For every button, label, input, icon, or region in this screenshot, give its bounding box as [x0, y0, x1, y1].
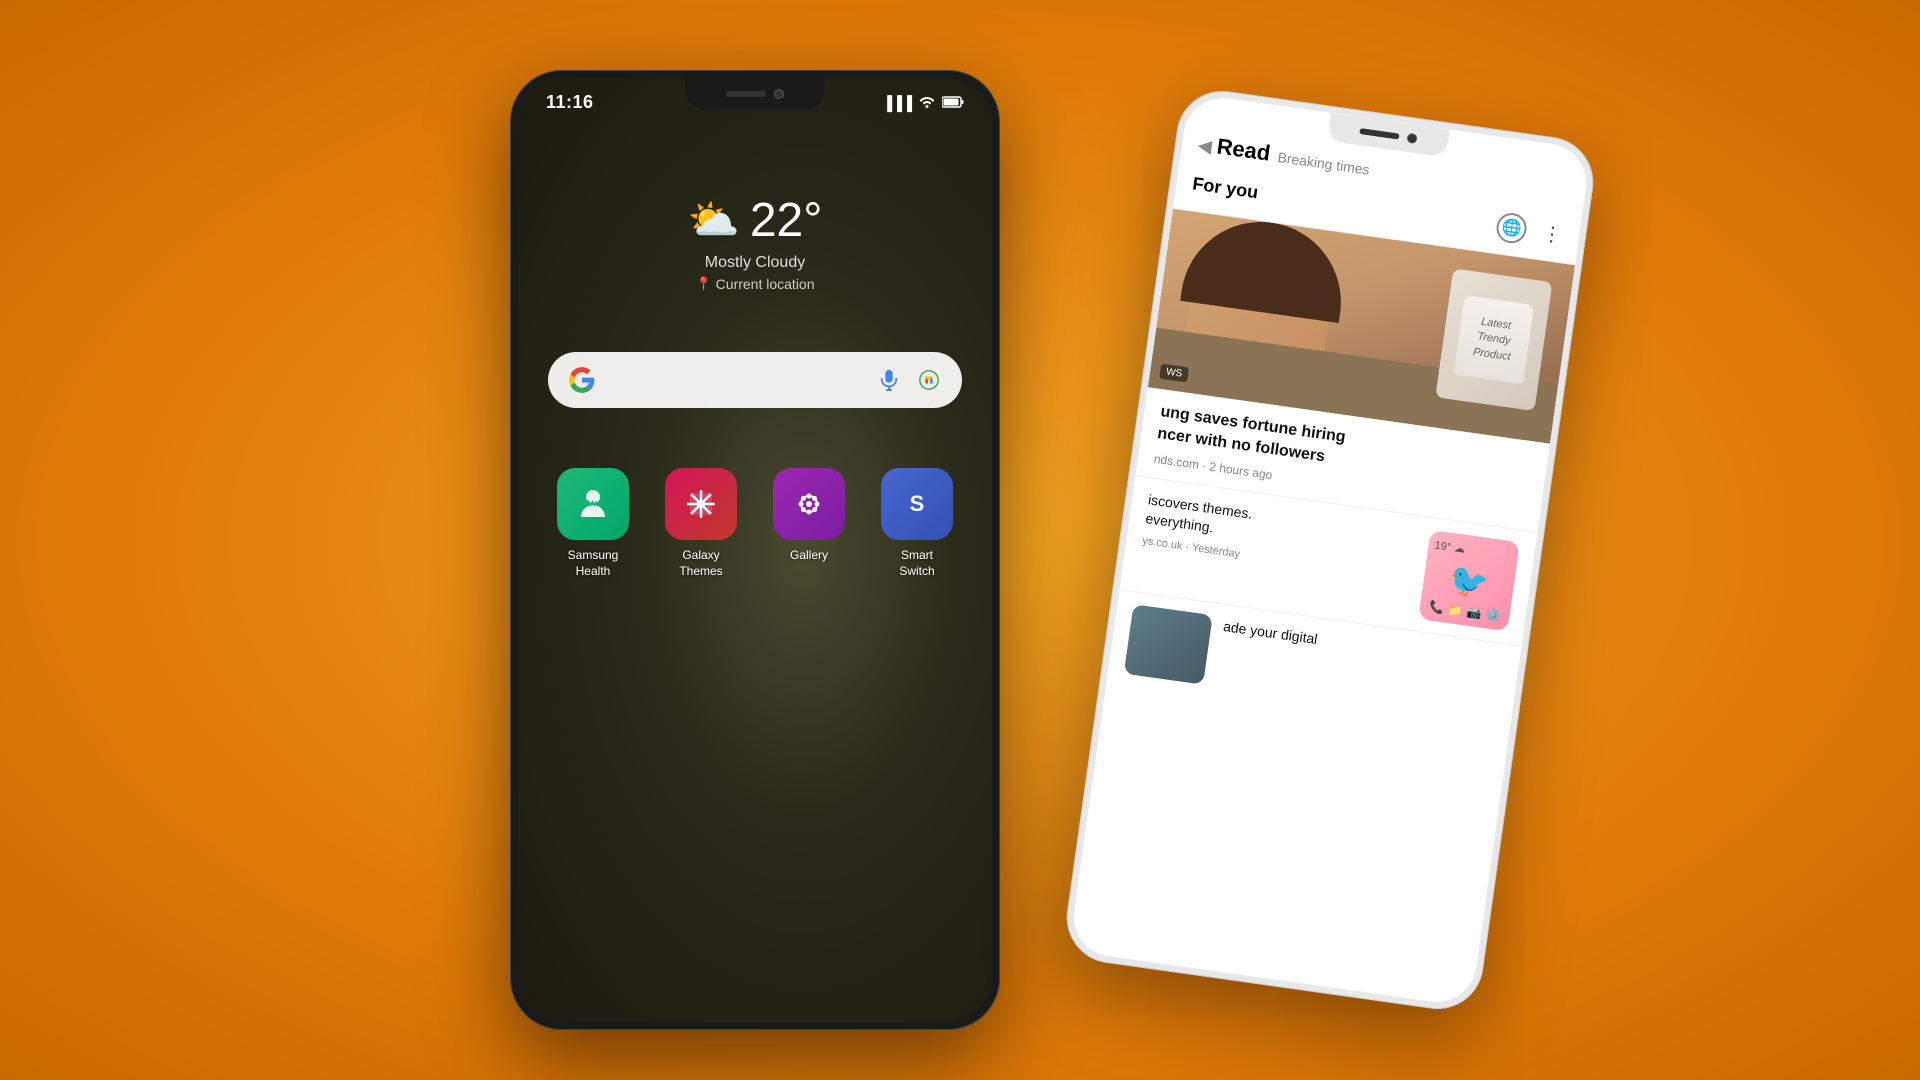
app-item-galaxy-themes[interactable]: GalaxyThemes — [661, 468, 741, 579]
app-item-samsung-health[interactable]: SamsungHealth — [553, 468, 633, 579]
svg-text:S: S — [910, 491, 925, 516]
thumb-app-icons: 📞📁📷⚙️ — [1424, 595, 1506, 628]
more-options-icon[interactable]: ⋮ — [1541, 220, 1565, 248]
product-label: LatestTrendyProduct — [1472, 314, 1516, 365]
phone-primary-inner: 11:16 ▐▐▐ — [518, 78, 992, 1022]
smart-switch-label: SmartSwitch — [899, 548, 934, 579]
notch-camera — [774, 89, 784, 99]
gallery-label: Gallery — [790, 548, 828, 564]
notch-sensor — [726, 91, 766, 97]
phone-secondary: ◀ Read Breaking times For you 🌐 ⋮ — [1061, 85, 1599, 1015]
weather-location: 📍 Current location — [695, 276, 814, 292]
article-thumbnail-2: 19° ☁ 🐦 📞📁📷⚙️ — [1418, 530, 1520, 632]
samsung-health-icon — [557, 468, 629, 540]
thumb-weather: 19° ☁ — [1428, 532, 1520, 565]
thumb-bird-emoji: 🐦 — [1447, 560, 1492, 603]
app-item-smart-switch[interactable]: S SmartSwitch — [877, 468, 957, 579]
app-row: SamsungHealth — [518, 468, 992, 579]
google-search-bar[interactable] — [548, 352, 962, 408]
samsung-health-label: SamsungHealth — [568, 548, 619, 579]
weather-temperature: 22° — [750, 193, 823, 248]
galaxy-themes-label: GalaxyThemes — [679, 548, 722, 579]
weather-main: ⛅ 22° — [688, 193, 823, 248]
gallery-icon — [773, 468, 845, 540]
location-pin-icon: 📍 — [695, 276, 711, 292]
phone-primary-screen: 11:16 ▐▐▐ — [518, 78, 992, 1022]
status-icons: ▐▐▐ — [882, 94, 964, 111]
news-action-icons: 🌐 ⋮ — [1495, 211, 1566, 250]
galaxy-themes-icon — [665, 468, 737, 540]
status-time: 11:16 — [546, 92, 594, 113]
phone-primary: 11:16 ▐▐▐ — [510, 70, 1000, 1030]
app-item-gallery[interactable]: Gallery — [769, 468, 849, 579]
article-thumbnail-3 — [1124, 604, 1213, 684]
weather-condition: Mostly Cloudy — [705, 254, 805, 272]
news-article-1[interactable]: LatestTrendyProduct WS ung saves fortune… — [1135, 209, 1575, 533]
globe-icon[interactable]: 🌐 — [1495, 211, 1529, 245]
weather-icon: ⛅ — [688, 196, 740, 245]
weather-widget: ⛅ 22° Mostly Cloudy 📍 Current location — [518, 193, 992, 292]
location-text: Current location — [716, 276, 815, 292]
article-product-image: LatestTrendyProduct — [1435, 268, 1552, 411]
voice-search-icon[interactable] — [874, 365, 904, 395]
lens-search-icon[interactable] — [914, 365, 944, 395]
smart-switch-icon: S — [881, 468, 953, 540]
signal-icon: ▐▐▐ — [882, 95, 912, 111]
news-for-you-label: For you — [1191, 173, 1259, 203]
notch-primary — [685, 78, 825, 110]
wifi-icon — [918, 94, 936, 111]
notch-camera-secondary — [1406, 133, 1417, 144]
phone-secondary-screen: ◀ Read Breaking times For you 🌐 ⋮ — [1069, 93, 1592, 1007]
phones-container: 11:16 ▐▐▐ — [460, 50, 1460, 1030]
phone-secondary-inner: ◀ Read Breaking times For you 🌐 ⋮ — [1069, 93, 1592, 1007]
notch-sensor-secondary — [1359, 128, 1399, 140]
battery-icon — [942, 95, 964, 111]
google-logo — [566, 364, 598, 396]
